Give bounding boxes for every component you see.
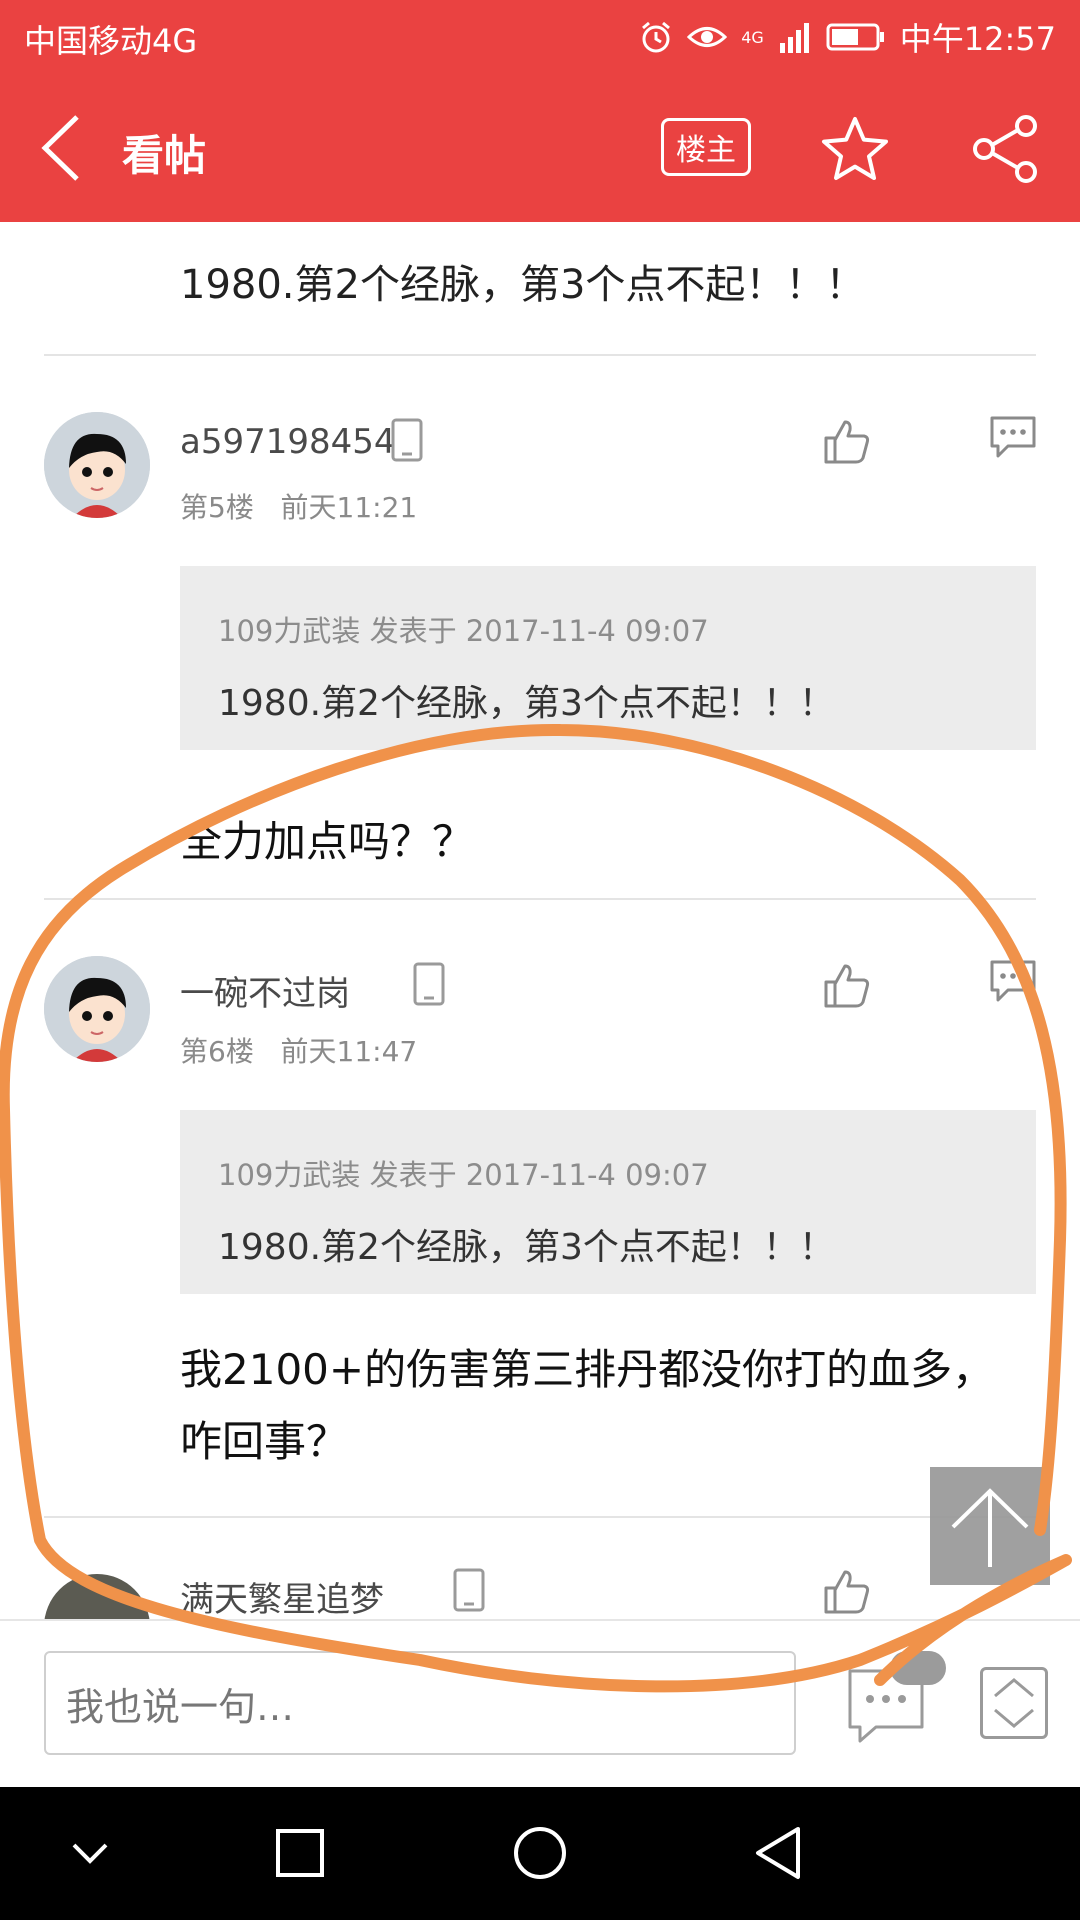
only-op-button[interactable]: 楼主 xyxy=(661,118,751,176)
mobile-client-icon xyxy=(453,1568,485,1612)
divider xyxy=(44,1516,1036,1518)
post-body-text: 我2100+的伤害第三排丹都没你打的血多，咋回事？ xyxy=(180,1345,995,1466)
mobile-client-icon xyxy=(413,962,445,1006)
like-icon[interactable] xyxy=(822,960,872,1010)
status-icons: 4G 中午12:57 xyxy=(639,14,1056,60)
top-bar: 中国移动4G 4G 中午12:57 看帖 楼主 xyxy=(0,0,1080,222)
like-icon[interactable] xyxy=(822,1566,872,1616)
system-nav-bar xyxy=(0,1787,1080,1920)
divider xyxy=(44,354,1036,356)
page-jump-button[interactable] xyxy=(980,1667,1048,1739)
star-icon xyxy=(822,117,888,180)
username[interactable]: 一碗不过岗 xyxy=(180,966,350,1015)
thread-content[interactable]: 1980.第2个经脉，第3个点不起！！！ a597198454 第5楼 前天11… xyxy=(0,222,1080,1619)
username[interactable]: a597198454 xyxy=(180,422,396,462)
avatar[interactable] xyxy=(44,1574,150,1619)
app-bar: 看帖 楼主 xyxy=(0,74,1080,222)
hide-nav-icon[interactable] xyxy=(58,1821,122,1885)
reply-input[interactable]: 我也说一句… xyxy=(44,1651,796,1755)
back-nav-icon[interactable] xyxy=(748,1821,812,1885)
clock-label: 中午12:57 xyxy=(899,20,1056,58)
recent-apps-icon[interactable] xyxy=(268,1821,332,1885)
quote-text: 1980.第2个经脉，第3个点不起！！！ xyxy=(218,1227,835,1268)
floor-number: 第5楼 xyxy=(180,491,254,524)
post-time: 前天11:47 xyxy=(280,1035,418,1068)
quote-text: 1980.第2个经脉，第3个点不起！！！ xyxy=(218,683,835,724)
username[interactable]: 满天繁星追梦 xyxy=(180,1572,384,1619)
carrier-label: 中国移动4G xyxy=(24,22,198,60)
arrow-up-icon xyxy=(951,1488,1029,1567)
screen: 中国移动4G 4G 中午12:57 看帖 楼主 1980.第2个经脉，第3个点不… xyxy=(0,0,1080,1920)
scroll-to-top-button[interactable] xyxy=(930,1467,1050,1585)
reply-icon[interactable] xyxy=(988,412,1038,462)
back-button[interactable] xyxy=(30,110,90,186)
cartoon-avatar-icon xyxy=(44,412,150,518)
quoted-post: 109力武装 发表于 2017-11-4 09:07 1980.第2个经脉，第3… xyxy=(180,1110,1036,1294)
post-meta: 第5楼 前天11:21 xyxy=(180,486,417,526)
divider xyxy=(44,898,1036,900)
post-meta: 第6楼 前天11:47 xyxy=(180,1030,417,1070)
post-body-text: 1980.第2个经脉，第3个点不起！！！ xyxy=(180,262,866,308)
comment-count-badge xyxy=(890,1651,946,1685)
reply-bar: 我也说一句… xyxy=(0,1619,1080,1787)
post-body-text: 全力加点吗？？ xyxy=(180,817,475,866)
share-icon xyxy=(973,115,1037,183)
quote-header: 109力武装 发表于 2017-11-4 09:07 xyxy=(218,614,709,648)
quote-header: 109力武装 发表于 2017-11-4 09:07 xyxy=(218,1158,709,1192)
home-icon[interactable] xyxy=(508,1821,572,1885)
post-time: 前天11:21 xyxy=(280,491,418,524)
like-icon[interactable] xyxy=(822,416,872,466)
mobile-client-icon xyxy=(391,418,423,462)
floor-number: 第6楼 xyxy=(180,1035,254,1068)
avatar[interactable] xyxy=(44,412,150,518)
reply-icon[interactable] xyxy=(988,956,1038,1006)
share-button[interactable] xyxy=(970,114,1040,184)
back-arrow-icon xyxy=(41,115,79,181)
cartoon-avatar-icon xyxy=(44,956,150,1062)
favorite-button[interactable] xyxy=(820,114,890,184)
battery-icon xyxy=(826,23,884,51)
page-title: 看帖 xyxy=(122,131,207,180)
eye-comfort-icon xyxy=(687,27,728,47)
alarm-icon xyxy=(642,21,671,53)
status-bar: 中国移动4G 4G 中午12:57 xyxy=(0,0,1080,74)
quoted-post: 109力武装 发表于 2017-11-4 09:07 1980.第2个经脉，第3… xyxy=(180,566,1036,750)
chevron-up-down-icon xyxy=(994,1678,1034,1728)
network-type-label: 4G xyxy=(741,27,764,47)
signal-icon xyxy=(779,23,809,53)
avatar[interactable] xyxy=(44,956,150,1062)
